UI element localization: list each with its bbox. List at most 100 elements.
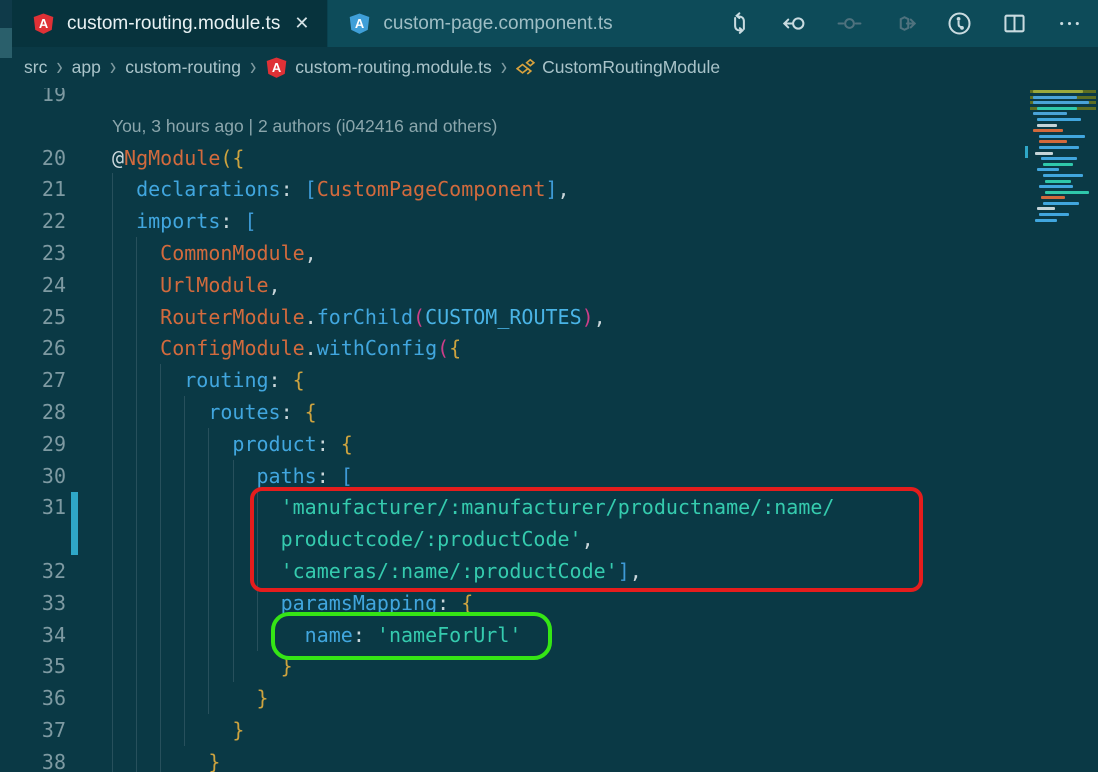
minimap-line bbox=[1030, 173, 1096, 177]
breadcrumb-item-custom-routing.module.ts[interactable]: Acustom-routing.module.ts bbox=[265, 56, 492, 79]
editor-actions bbox=[727, 0, 1098, 47]
breadcrumb-separator: › bbox=[109, 52, 117, 81]
minimap[interactable] bbox=[1030, 90, 1096, 315]
line-number: 24 bbox=[41, 272, 66, 297]
minimap-line bbox=[1030, 123, 1096, 127]
next-change-icon[interactable] bbox=[892, 11, 917, 36]
angular-blue-icon: A bbox=[348, 12, 371, 35]
minimap-line bbox=[1030, 106, 1096, 110]
tab-label: custom-page.component.ts bbox=[383, 12, 613, 34]
minimap-line bbox=[1030, 140, 1096, 144]
code-text: RouterModule.forChild(CUSTOM_ROUTES), bbox=[112, 304, 606, 329]
tab-label: custom-routing.module.ts bbox=[67, 12, 281, 34]
current-change-icon[interactable] bbox=[837, 11, 862, 36]
code-line-26[interactable]: 26 ConfigModule.withConfig({ bbox=[0, 332, 1098, 364]
minimap-line bbox=[1030, 151, 1096, 155]
breadcrumb-label: app bbox=[71, 57, 101, 77]
svg-text:A: A bbox=[39, 16, 48, 31]
open-changes-icon[interactable] bbox=[727, 11, 752, 36]
class-symbol-icon bbox=[516, 58, 536, 77]
code-text: product: { bbox=[112, 431, 353, 456]
code-text: routing: { bbox=[112, 368, 305, 393]
tab-custom-page.component.ts[interactable]: Acustom-page.component.ts bbox=[327, 0, 636, 47]
line-number: 21 bbox=[41, 177, 66, 202]
minimap-line bbox=[1030, 134, 1096, 138]
code-line-25[interactable]: 25 RouterModule.forChild(CUSTOM_ROUTES), bbox=[0, 301, 1098, 333]
line-number: 33 bbox=[41, 590, 66, 615]
breadcrumb-item-CustomRoutingModule[interactable]: CustomRoutingModule bbox=[516, 57, 720, 78]
code-line-20[interactable]: 20 @NgModule({ bbox=[0, 142, 1098, 174]
minimap-line bbox=[1030, 218, 1096, 222]
line-number: 22 bbox=[41, 209, 66, 234]
code-text: } bbox=[112, 686, 269, 711]
code-line-27[interactable]: 27 routing: { bbox=[0, 364, 1098, 396]
angular-red-icon: A bbox=[265, 56, 288, 79]
breadcrumb-label: CustomRoutingModule bbox=[542, 57, 721, 77]
line-number: 29 bbox=[41, 431, 66, 456]
minimap-line bbox=[1030, 101, 1096, 105]
window-edge-highlight bbox=[0, 28, 12, 58]
code-line-24[interactable]: 24 UrlModule, bbox=[0, 269, 1098, 301]
minimap-line bbox=[1030, 112, 1096, 116]
window-edge bbox=[0, 0, 12, 28]
code-text: routes: { bbox=[112, 400, 317, 424]
minimap-line bbox=[1030, 207, 1096, 211]
line-number: 20 bbox=[41, 145, 66, 170]
code-line-35[interactable]: 35 } bbox=[0, 650, 1098, 682]
svg-text:A: A bbox=[272, 60, 281, 75]
line-number: 23 bbox=[41, 241, 66, 265]
breadcrumb-label: src bbox=[24, 57, 48, 77]
minimap-line bbox=[1030, 129, 1096, 133]
breadcrumb-label: custom-routing bbox=[125, 57, 241, 77]
more-actions-icon[interactable] bbox=[1057, 11, 1082, 36]
svg-text:A: A bbox=[355, 16, 364, 31]
minimap-line bbox=[1030, 90, 1096, 93]
breadcrumb-separator: › bbox=[500, 52, 508, 81]
code-editor[interactable]: 19 You, 3 hours ago | 2 authors (i042416 … bbox=[0, 88, 1098, 772]
codelens-row: You, 3 hours ago | 2 authors (i042416 an… bbox=[0, 110, 1098, 142]
code-text: } bbox=[112, 718, 245, 742]
tabs-container: Acustom-routing.module.ts ✕ Acustom-page.c… bbox=[12, 0, 637, 47]
minimap-line bbox=[1030, 201, 1096, 205]
minimap-line bbox=[1030, 95, 1096, 99]
breadcrumb-item-src[interactable]: src bbox=[24, 57, 47, 78]
code-line-19[interactable]: 19 bbox=[0, 88, 1098, 110]
angular-red-icon: A bbox=[32, 12, 55, 35]
red-annotation-box bbox=[250, 487, 923, 592]
line-number: 36 bbox=[41, 686, 66, 711]
code-line-36[interactable]: 36 } bbox=[0, 682, 1098, 714]
code-text: ConfigModule.withConfig({ bbox=[112, 336, 462, 361]
code-text: imports: [ bbox=[112, 209, 257, 234]
breadcrumb-item-custom-routing[interactable]: custom-routing bbox=[125, 57, 241, 78]
breadcrumb-label: custom-routing.module.ts bbox=[295, 57, 492, 77]
code-line-23[interactable]: 23 CommonModule, bbox=[0, 237, 1098, 269]
line-number: 34 bbox=[41, 622, 66, 647]
line-number: 31 bbox=[41, 495, 66, 520]
line-number: 38 bbox=[41, 749, 66, 772]
previous-change-icon[interactable] bbox=[782, 11, 807, 36]
minimap-line bbox=[1030, 213, 1096, 217]
code-line-29[interactable]: 29 product: { bbox=[0, 428, 1098, 460]
minimap-line bbox=[1030, 145, 1096, 149]
line-number: 30 bbox=[41, 463, 66, 488]
tab-custom-routing.module.ts[interactable]: Acustom-routing.module.ts ✕ bbox=[12, 0, 328, 47]
code-line-37[interactable]: 37 } bbox=[0, 714, 1098, 746]
minimap-line bbox=[1030, 179, 1096, 183]
code-line-22[interactable]: 22 imports: [ bbox=[0, 205, 1098, 237]
close-tab-icon[interactable]: ✕ bbox=[290, 11, 313, 36]
breadcrumb-separator: › bbox=[56, 52, 63, 81]
code-text: declarations: [CustomPageComponent], bbox=[112, 177, 570, 202]
breadcrumb: src › app › custom-routing › Acustom-routing.m… bbox=[0, 47, 1098, 88]
timeline-icon[interactable] bbox=[947, 11, 972, 36]
breadcrumb-item-app[interactable]: app bbox=[72, 57, 101, 78]
code-line-28[interactable]: 28 routes: { bbox=[0, 396, 1098, 428]
minimap-line bbox=[1030, 162, 1096, 166]
minimap-line bbox=[1030, 185, 1096, 189]
minimap-line bbox=[1030, 117, 1096, 121]
editor-tab-bar: Acustom-routing.module.ts ✕ Acustom-page.c… bbox=[0, 0, 1098, 58]
code-line-38[interactable]: 38 } bbox=[0, 746, 1098, 772]
line-number: 26 bbox=[41, 336, 66, 361]
split-editor-icon[interactable] bbox=[1002, 11, 1027, 36]
code-text: } bbox=[112, 749, 221, 772]
code-line-21[interactable]: 21 declarations: [CustomPageComponent], bbox=[0, 173, 1098, 205]
